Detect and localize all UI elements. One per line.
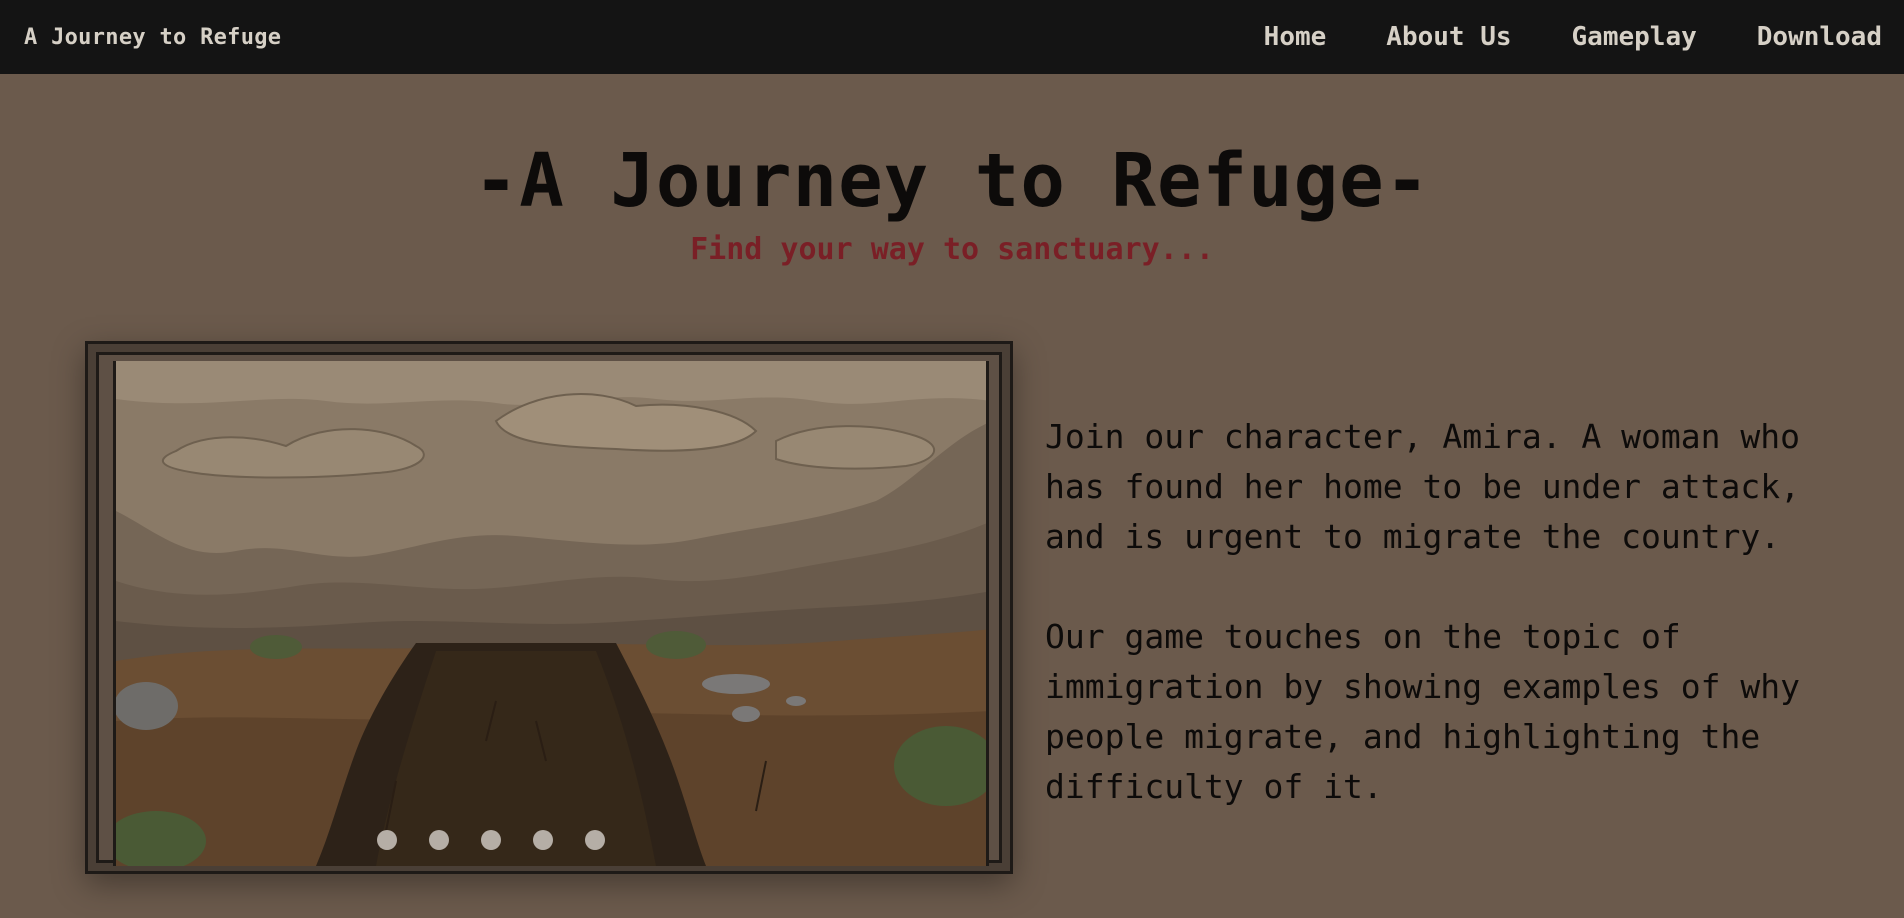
page-title: -A Journey to Refuge- (473, 138, 1431, 224)
brand-link[interactable]: A Journey to Refuge (24, 25, 281, 50)
slide-dot-4[interactable] (533, 830, 553, 850)
page-subtitle: Find your way to sanctuary... (690, 232, 1214, 267)
nav-about-link[interactable]: About Us (1386, 22, 1511, 52)
nav-gameplay-link[interactable]: Gameplay (1572, 22, 1697, 52)
top-navbar: A Journey to Refuge Home About Us Gamepl… (0, 0, 1904, 74)
description-paragraph-2: Our game touches on the topic of immigra… (1045, 617, 1800, 806)
nav-download-link[interactable]: Download (1757, 22, 1882, 52)
nav-home-link[interactable]: Home (1264, 22, 1327, 52)
slide-dot-2[interactable] (429, 830, 449, 850)
slide-dot-5[interactable] (585, 830, 605, 850)
game-description: Join our character, Amira. A woman who h… (1045, 412, 1865, 862)
screenshot-slideshow (85, 341, 1013, 874)
canyon-landscape-illustration (116, 361, 986, 866)
slideshow-frame (96, 352, 1002, 866)
slideshow-dots (116, 830, 986, 850)
description-paragraph-1: Join our character, Amira. A woman who h… (1045, 417, 1800, 556)
slide-dot-1[interactable] (377, 830, 397, 850)
nav-links: Home About Us Gameplay Download (1204, 22, 1882, 52)
slide-dot-3[interactable] (481, 830, 501, 850)
game-scene-image (113, 361, 989, 866)
